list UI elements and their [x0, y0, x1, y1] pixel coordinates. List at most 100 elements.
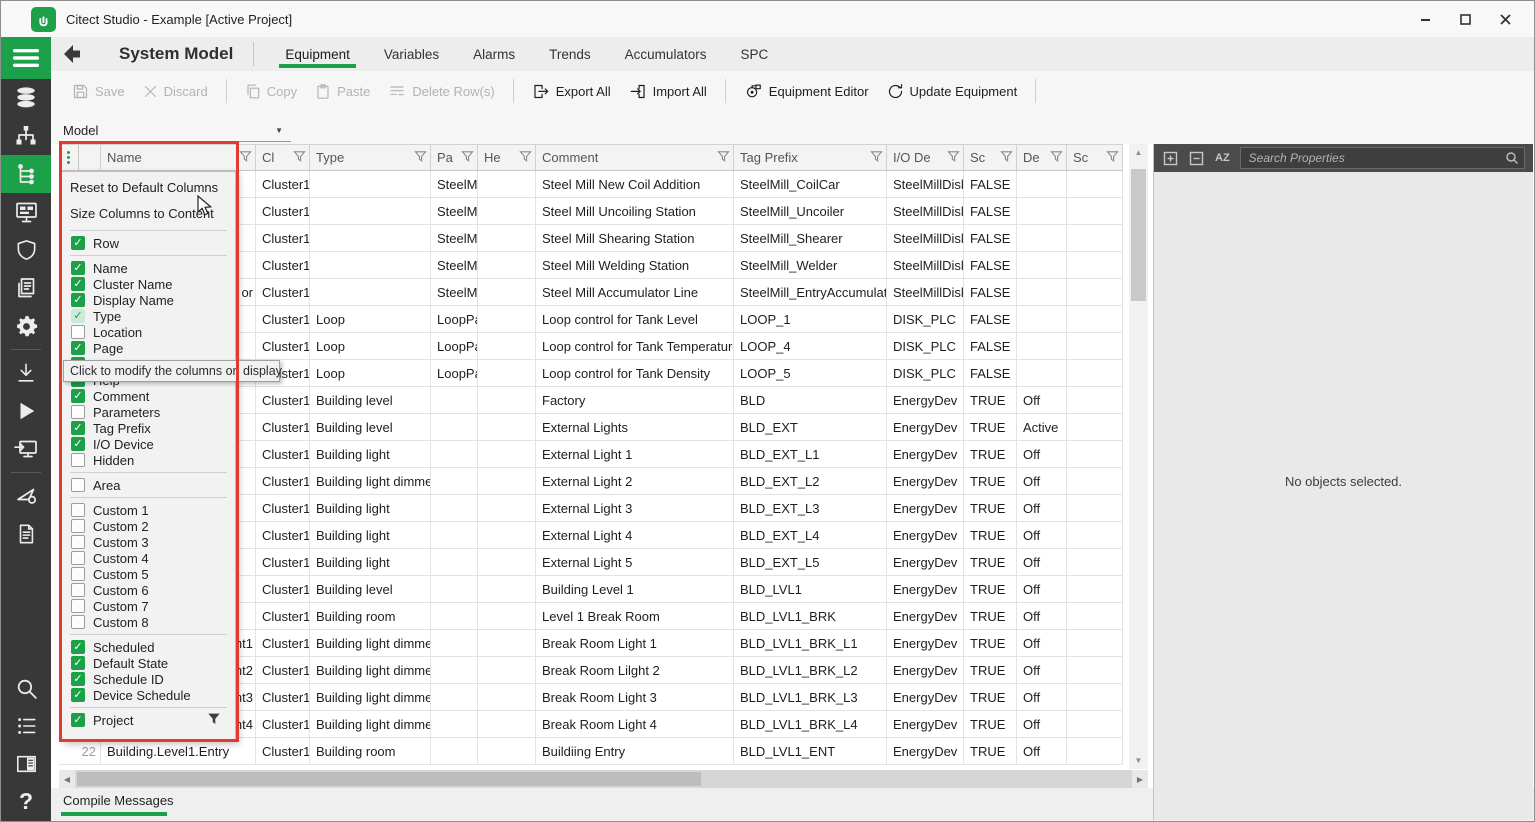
filter-icon[interactable]	[1048, 150, 1063, 166]
column-header-cluster[interactable]: Cl	[256, 145, 310, 170]
column-header-num[interactable]	[59, 145, 101, 170]
cell-sid[interactable]	[1067, 387, 1123, 413]
cell-type[interactable]: Building light	[310, 441, 431, 467]
cell-page[interactable]	[431, 738, 478, 764]
cell-type[interactable]	[310, 225, 431, 251]
cell-io[interactable]: EnergyDev	[887, 387, 964, 413]
cell-comment[interactable]: External Light 5	[536, 549, 734, 575]
cell-cluster[interactable]: Cluster1	[256, 387, 310, 413]
cell-io[interactable]: DISK_PLC	[887, 306, 964, 332]
checked-checkbox-icon[interactable]: ✓	[71, 261, 85, 275]
cell-type[interactable]: Building level	[310, 387, 431, 413]
cell-tag[interactable]: SteelMill_Uncoiler	[734, 198, 887, 224]
cell-help[interactable]	[478, 576, 536, 602]
cell-comment[interactable]: External Light 2	[536, 468, 734, 494]
cell-sid[interactable]	[1067, 630, 1123, 656]
cell-help[interactable]	[478, 414, 536, 440]
menu-item-custom-2[interactable]: Custom 2	[62, 518, 235, 534]
unchecked-checkbox-icon[interactable]	[71, 551, 85, 565]
cell-tag[interactable]: BLD_LVL1_BRK_L2	[734, 657, 887, 683]
cell-io[interactable]: EnergyDev	[887, 495, 964, 521]
cell-io[interactable]: EnergyDev	[887, 441, 964, 467]
sidebar-item-run[interactable]	[1, 392, 51, 430]
cell-dstate[interactable]: Off	[1017, 387, 1067, 413]
cell-sid[interactable]	[1067, 495, 1123, 521]
horizontal-scroll-thumb[interactable]	[77, 772, 701, 786]
cell-comment[interactable]: Buildiing Entry	[536, 738, 734, 764]
cell-name[interactable]: Building.Level1.Entry	[101, 738, 256, 764]
cell-dstate[interactable]: Off	[1017, 603, 1067, 629]
cell-comment[interactable]: Loop control for Tank Level	[536, 306, 734, 332]
cell-io[interactable]: SteelMillDisk	[887, 171, 964, 197]
checked-checkbox-icon[interactable]: ✓	[71, 688, 85, 702]
cell-sid[interactable]	[1067, 414, 1123, 440]
cell-tag[interactable]: BLD_LVL1_BRK	[734, 603, 887, 629]
cell-comment[interactable]: External Lights	[536, 414, 734, 440]
checked-checkbox-icon[interactable]: ✓	[71, 236, 85, 250]
cell-cluster[interactable]: Cluster1	[256, 711, 310, 737]
cell-io[interactable]: EnergyDev	[887, 522, 964, 548]
cell-page[interactable]: LoopPage	[431, 333, 478, 359]
cell-cluster[interactable]: Cluster1	[256, 279, 310, 305]
cell-help[interactable]	[478, 279, 536, 305]
cell-tag[interactable]: BLD_EXT	[734, 414, 887, 440]
menu-item-custom-8[interactable]: Custom 8	[62, 614, 235, 630]
cell-help[interactable]	[478, 252, 536, 278]
sidebar-item-deploy[interactable]	[1, 430, 51, 468]
cell-dstate[interactable]: Off	[1017, 468, 1067, 494]
cell-io[interactable]: EnergyDev	[887, 711, 964, 737]
cell-page[interactable]	[431, 549, 478, 575]
menu-action-reset-to-default-columns[interactable]: Reset to Default Columns	[62, 174, 235, 200]
menu-item-custom-6[interactable]: Custom 6	[62, 582, 235, 598]
cell-io[interactable]: SteelMillDisk	[887, 252, 964, 278]
menu-item-display-name[interactable]: ✓Display Name	[62, 292, 235, 308]
cell-help[interactable]	[478, 171, 536, 197]
cell-sched[interactable]: TRUE	[964, 738, 1017, 764]
cell-page[interactable]	[431, 684, 478, 710]
cell-page[interactable]	[431, 630, 478, 656]
cell-cluster[interactable]: Cluster1	[256, 630, 310, 656]
cell-type[interactable]	[310, 279, 431, 305]
cell-tag[interactable]: BLD_EXT_L3	[734, 495, 887, 521]
cell-cluster[interactable]: Cluster1	[256, 306, 310, 332]
sidebar-item-search[interactable]	[1, 669, 51, 707]
column-header-sched[interactable]: Sc	[964, 145, 1017, 170]
properties-search-box[interactable]	[1240, 147, 1525, 169]
cell-comment[interactable]: Loop control for Tank Temperature	[536, 333, 734, 359]
cell-tag[interactable]: BLD_EXT_L1	[734, 441, 887, 467]
cell-dstate[interactable]: Off	[1017, 522, 1067, 548]
menu-item-custom-3[interactable]: Custom 3	[62, 534, 235, 550]
cell-sched[interactable]: TRUE	[964, 522, 1017, 548]
cell-dstate[interactable]	[1017, 198, 1067, 224]
cell-dstate[interactable]: Off	[1017, 738, 1067, 764]
cell-type[interactable]: Building level	[310, 414, 431, 440]
cell-cluster[interactable]: Cluster1	[256, 414, 310, 440]
unchecked-checkbox-icon[interactable]	[71, 599, 85, 613]
cell-io[interactable]: EnergyDev	[887, 630, 964, 656]
import-all-button[interactable]: Import All	[620, 78, 716, 105]
cell-cluster[interactable]: Cluster1	[256, 225, 310, 251]
filter-icon[interactable]	[517, 150, 532, 166]
filter-icon[interactable]	[945, 150, 960, 166]
cell-dstate[interactable]: Off	[1017, 684, 1067, 710]
column-header-name[interactable]: Name	[101, 145, 256, 170]
cell-type[interactable]: Building light	[310, 522, 431, 548]
checked-checkbox-icon[interactable]: ✓	[71, 640, 85, 654]
sidebar-item-database[interactable]	[1, 79, 51, 117]
cell-type[interactable]: Building light dimmer	[310, 468, 431, 494]
equipment-editor-button[interactable]: Equipment Editor	[735, 78, 878, 105]
cell-io[interactable]: SteelMillDisk	[887, 279, 964, 305]
sidebar-item-report[interactable]	[1, 515, 51, 553]
cell-type[interactable]: Building light dimmer	[310, 684, 431, 710]
cell-tag[interactable]: SteelMill_Welder	[734, 252, 887, 278]
checked-checkbox-icon[interactable]: ✓	[71, 656, 85, 670]
cell-io[interactable]: EnergyDev	[887, 549, 964, 575]
checked-checkbox-icon[interactable]: ✓	[71, 389, 85, 403]
cell-dstate[interactable]	[1017, 360, 1067, 386]
cell-sched[interactable]: TRUE	[964, 630, 1017, 656]
cell-page[interactable]	[431, 414, 478, 440]
cell-io[interactable]: EnergyDev	[887, 576, 964, 602]
menu-item-custom-7[interactable]: Custom 7	[62, 598, 235, 614]
cell-help[interactable]	[478, 198, 536, 224]
cell-type[interactable]: Building light	[310, 495, 431, 521]
